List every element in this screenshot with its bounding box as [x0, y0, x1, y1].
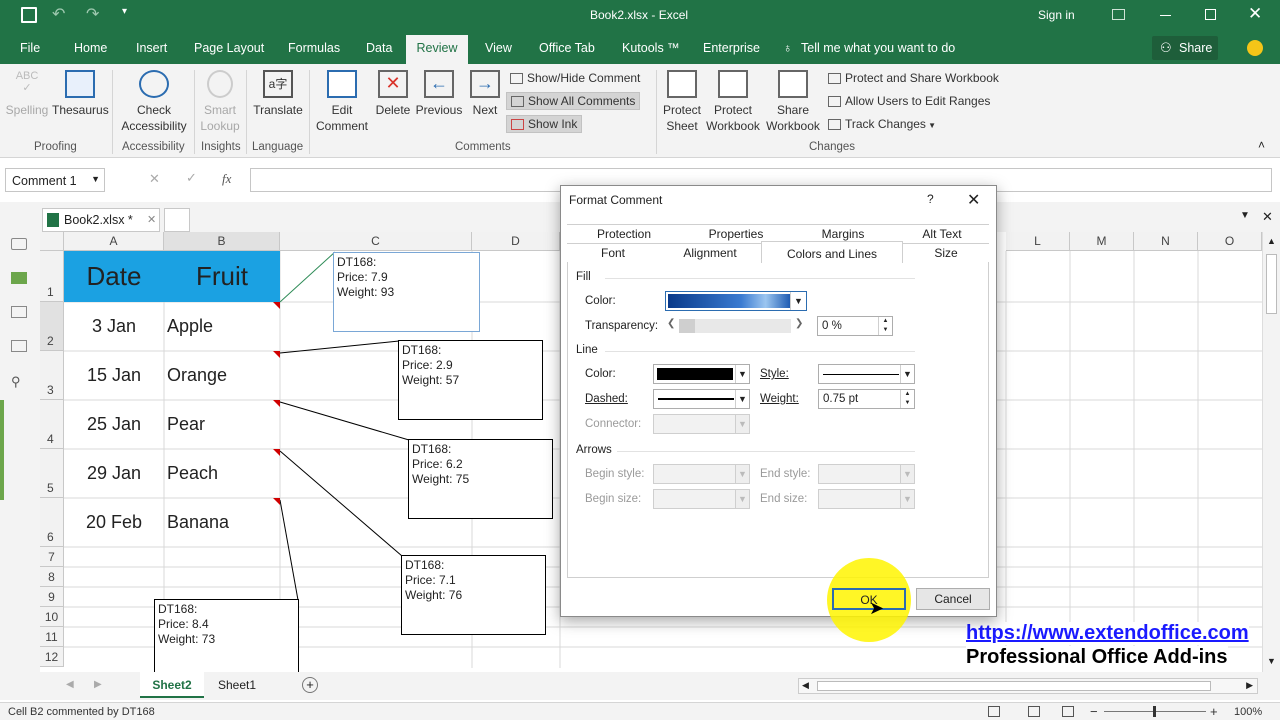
line-sample	[823, 374, 899, 375]
slider-thumb[interactable]	[679, 319, 695, 333]
vertical-scrollbar[interactable]: ▲ ▼	[1262, 232, 1280, 672]
divider	[617, 451, 915, 452]
chevron-down-icon: ▼	[735, 490, 749, 508]
tab-alt-text[interactable]: Alt Text	[895, 227, 989, 241]
add-sheet-icon[interactable]: +	[302, 677, 318, 693]
tab-margins[interactable]: Margins	[791, 227, 895, 241]
status-text: Cell B2 commented by DT168	[8, 706, 155, 718]
dialog-close-icon[interactable]: ✕	[967, 190, 980, 210]
scroll-right-icon[interactable]: ▶	[1246, 680, 1253, 691]
connector-dropdown[interactable]: ▼	[653, 414, 750, 434]
tab-font[interactable]: Font	[567, 246, 659, 260]
fill-color-dropdown[interactable]: ▼	[665, 291, 807, 311]
begin-size-dropdown[interactable]: ▼	[653, 489, 750, 509]
comment-indicator	[273, 400, 280, 407]
line-color-dropdown[interactable]: ▼	[653, 364, 750, 384]
dash-sample	[658, 398, 734, 400]
zoom-thumb[interactable]	[1153, 706, 1156, 717]
watermark-url: https://www.extendoffice.com	[966, 622, 1249, 645]
scroll-thumb[interactable]	[817, 681, 1211, 691]
comment-indicator	[273, 351, 280, 358]
chevron-down-icon[interactable]: ▼	[735, 390, 749, 408]
normal-view-icon[interactable]	[988, 706, 1000, 717]
sheet-tab-bar: ◀ ▶ Sheet2 Sheet1 + ◀ ▶	[0, 672, 1280, 700]
slider-left-icon[interactable]: ❮	[667, 318, 675, 329]
section-fill: Fill	[576, 271, 591, 283]
transparency-label: Transparency:	[585, 320, 659, 332]
gradient-swatch	[668, 294, 790, 308]
section-arrows: Arrows	[576, 444, 612, 456]
chevron-down-icon: ▼	[735, 415, 749, 433]
scroll-up-icon[interactable]: ▲	[1267, 236, 1276, 246]
comment-indicator	[273, 302, 280, 309]
line-style-dropdown[interactable]: ▼	[818, 364, 915, 384]
scroll-down-icon[interactable]: ▼	[1267, 656, 1276, 666]
comment-box[interactable]: DT168: Price: 6.2 Weight: 75	[408, 439, 553, 519]
chevron-down-icon: ▼	[735, 465, 749, 483]
section-line: Line	[576, 344, 598, 356]
tab-alignment[interactable]: Alignment	[659, 246, 761, 260]
page-break-icon[interactable]	[1062, 706, 1074, 717]
transparency-spinner[interactable]: 0 % ▲ ▼	[817, 316, 893, 336]
mouse-pointer-icon: ➤	[869, 598, 885, 618]
chevron-down-icon: ▼	[900, 490, 914, 508]
dialog-title: Format Comment	[569, 193, 663, 207]
dashed-dropdown[interactable]: ▼	[653, 389, 750, 409]
end-style-label: End style:	[760, 468, 811, 480]
chevron-down-icon[interactable]: ▼	[790, 292, 806, 310]
weight-spinner[interactable]: 0.75 pt ▲ ▼	[818, 389, 915, 409]
page-layout-icon[interactable]	[1028, 706, 1040, 717]
scroll-left-icon[interactable]: ◀	[802, 680, 809, 691]
scroll-thumb[interactable]	[1266, 254, 1277, 314]
chevron-down-icon[interactable]: ▼	[735, 365, 749, 383]
weight-label: Weight:	[760, 393, 799, 405]
slider-track	[679, 319, 791, 333]
transparency-slider[interactable]: ❮ ❯	[665, 317, 807, 335]
comment-box[interactable]: DT168: Price: 7.1 Weight: 76	[401, 555, 546, 635]
sheet-tab-sheet1[interactable]: Sheet1	[206, 672, 268, 698]
comment-box[interactable]: DT168: Price: 2.9 Weight: 57	[398, 340, 543, 420]
spinner-arrows-icon[interactable]: ▲ ▼	[900, 390, 914, 408]
tab-size[interactable]: Size	[903, 246, 989, 260]
chevron-down-icon[interactable]: ▼	[900, 365, 914, 383]
tab-protection[interactable]: Protection	[567, 227, 681, 241]
fill-color-label: Color:	[585, 295, 616, 307]
chevron-down-icon: ▼	[900, 465, 914, 483]
zoom-in-icon[interactable]: +	[1210, 704, 1218, 719]
color-swatch	[657, 368, 733, 380]
zoom-slider[interactable]	[1104, 706, 1206, 717]
help-button[interactable]: ?	[927, 192, 934, 206]
divider	[605, 351, 915, 352]
comment-box-selected[interactable]: DT168: Price: 7.9 Weight: 93	[333, 252, 480, 332]
zoom-level[interactable]: 100%	[1234, 706, 1262, 718]
horizontal-scrollbar[interactable]: ◀ ▶	[798, 678, 1258, 694]
tab-colors-and-lines[interactable]: Colors and Lines	[761, 241, 903, 263]
connector-label: Connector:	[585, 418, 642, 430]
divider	[605, 278, 915, 279]
sheet-tab-sheet2[interactable]: Sheet2	[140, 672, 204, 698]
cancel-button[interactable]: Cancel	[916, 588, 990, 610]
format-comment-dialog: Format Comment ? ✕ Protection Properties…	[560, 185, 997, 642]
zoom-out-icon[interactable]: −	[1090, 704, 1098, 719]
status-bar: Cell B2 commented by DT168 − + 100%	[0, 702, 1280, 720]
slider-right-icon[interactable]: ❯	[795, 318, 803, 329]
end-size-dropdown[interactable]: ▼	[818, 489, 915, 509]
scroll-right-icon[interactable]: ▶	[94, 679, 102, 690]
comment-box[interactable]: DT168: Price: 8.4 Weight: 73	[154, 599, 299, 672]
dashed-label: Dashed:	[585, 393, 628, 405]
line-color-label: Color:	[585, 368, 616, 380]
end-style-dropdown[interactable]: ▼	[818, 464, 915, 484]
style-label: Style:	[760, 368, 789, 380]
comment-indicator	[273, 498, 280, 505]
begin-style-dropdown[interactable]: ▼	[653, 464, 750, 484]
tab-strip	[567, 224, 989, 225]
scroll-left-icon[interactable]: ◀	[66, 679, 74, 690]
comment-indicator	[273, 449, 280, 456]
spinner-arrows-icon[interactable]: ▲ ▼	[878, 317, 892, 335]
watermark-tagline: Professional Office Add-ins	[966, 646, 1228, 669]
tab-properties[interactable]: Properties	[681, 227, 791, 241]
begin-size-label: Begin size:	[585, 493, 642, 505]
begin-style-label: Begin style:	[585, 468, 645, 480]
end-size-label: End size:	[760, 493, 808, 505]
